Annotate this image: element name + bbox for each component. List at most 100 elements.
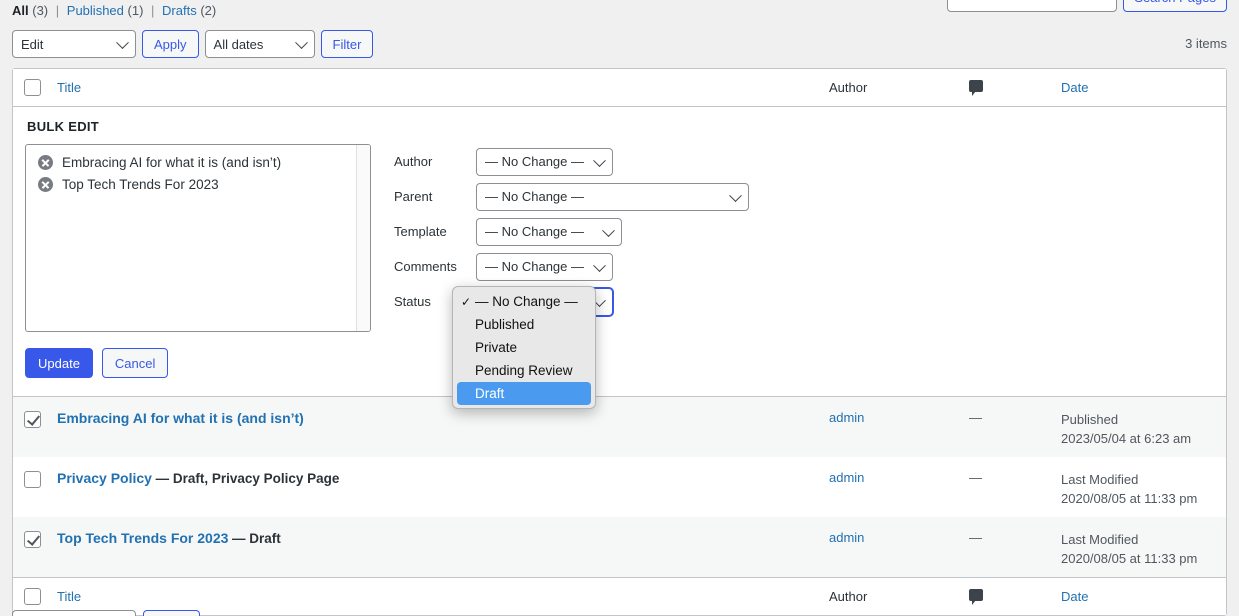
table-nav-top: Edit Apply All dates Filter [12, 30, 374, 58]
chevron-down-icon [116, 36, 129, 50]
view-count-all: (3) [32, 3, 49, 18]
status-option-pending-review[interactable]: Pending Review [457, 359, 591, 382]
label-comments: Comments [394, 259, 457, 274]
bulk-edit-left-column: Embracing AI for what it is (and isn’t) … [25, 144, 383, 378]
remove-x-icon[interactable] [38, 155, 53, 170]
apply-button[interactable]: Apply [142, 30, 199, 58]
select-all-cell-bottom [13, 588, 53, 606]
parent-select-value: — No Change — [485, 189, 584, 204]
search-area: Search Pages [947, 0, 1227, 12]
row-comments-count: — [969, 530, 982, 545]
row-title-link[interactable]: Top Tech Trends For 2023 [57, 530, 228, 546]
status-dropdown-menu[interactable]: ✓ — No Change — Published Private Pendin… [452, 286, 596, 409]
column-footer-author: Author [829, 589, 868, 604]
status-option-label: — No Change — [475, 294, 578, 309]
status-option-label: Private [475, 340, 518, 355]
row-date-label: Published [1061, 412, 1119, 427]
row-date-label: Last Modified [1061, 532, 1139, 547]
bulk-edit-panel: BULK EDIT Embracing AI for what it is (a… [13, 107, 1226, 397]
template-select[interactable]: — No Change — [476, 217, 622, 246]
apply-button-bottom[interactable]: Apply [143, 610, 200, 616]
pages-table: Title Author Date BULK EDIT Embracing AI… [12, 68, 1227, 616]
row-author-link[interactable]: admin [829, 470, 864, 485]
field-row-parent: Parent — No Change — [394, 179, 1214, 214]
status-option-label: Published [475, 317, 535, 332]
row-author-link[interactable]: admin [829, 530, 864, 545]
row-date-value: 2020/08/05 at 11:33 pm [1061, 551, 1198, 566]
field-row-comments: Comments — No Change — [394, 249, 1214, 284]
field-row-author: Author — No Change — [394, 144, 1214, 179]
row-title-link[interactable]: Privacy Policy [57, 470, 152, 486]
label-template: Template [394, 224, 447, 239]
bulk-action-select-bottom[interactable]: Edit [12, 610, 136, 616]
status-option-published[interactable]: Published [457, 313, 591, 336]
row-checkbox[interactable] [24, 531, 41, 549]
bulk-edit-heading: BULK EDIT [27, 119, 100, 134]
status-option-no-change[interactable]: ✓ — No Change — [457, 290, 591, 313]
column-footer-date[interactable]: Date [1061, 589, 1088, 604]
bulk-edit-titles-list: Embracing AI for what it is (and isn’t) … [25, 144, 371, 332]
comments-select[interactable]: — No Change — [476, 252, 613, 281]
filter-button[interactable]: Filter [320, 30, 374, 58]
status-option-draft[interactable]: Draft [457, 382, 591, 405]
author-select[interactable]: — No Change — [476, 147, 613, 176]
table-row[interactable]: Embracing AI for what it is (and isn’t) … [13, 397, 1226, 457]
row-state-label: — Draft [232, 531, 281, 546]
label-parent: Parent [394, 189, 433, 204]
column-header-title[interactable]: Title [57, 80, 81, 95]
comments-select-value: — No Change — [485, 259, 584, 274]
column-header-author: Author [829, 80, 868, 95]
row-author-link[interactable]: admin [829, 410, 864, 425]
chevron-down-icon [593, 258, 606, 272]
view-count-published: (1) [127, 3, 144, 18]
bulk-edit-actions: Update Cancel [25, 348, 383, 378]
view-separator-1: | [55, 3, 60, 18]
bulk-edit-title-chip: Embracing AI for what it is (and isn’t) [26, 153, 370, 175]
view-link-published[interactable]: Published [67, 3, 124, 18]
items-count: 3 items [1185, 36, 1227, 51]
select-all-checkbox-top[interactable] [24, 79, 41, 97]
titles-list-scrollbar[interactable] [356, 145, 370, 331]
field-row-template: Template — No Change — [394, 214, 1214, 249]
status-option-label: Draft [475, 386, 505, 401]
table-row[interactable]: Privacy Policy — Draft, Privacy Policy P… [13, 457, 1226, 517]
column-header-date[interactable]: Date [1061, 80, 1088, 95]
table-header-row: Title Author Date [13, 69, 1226, 107]
view-count-drafts: (2) [200, 3, 217, 18]
row-checkbox[interactable] [24, 411, 41, 429]
row-date-label: Last Modified [1061, 472, 1139, 487]
date-filter-select-value: All dates [213, 36, 264, 52]
column-footer-title[interactable]: Title [57, 589, 81, 604]
bulk-edit-title-chip: Top Tech Trends For 2023 [26, 175, 370, 197]
row-title-link[interactable]: Embracing AI for what it is (and isn’t) [57, 410, 304, 426]
row-date-value: 2023/05/04 at 6:23 am [1061, 431, 1192, 446]
table-row[interactable]: Top Tech Trends For 2023 — Draft admin —… [13, 517, 1226, 577]
row-date-value: 2020/08/05 at 11:33 pm [1061, 491, 1198, 506]
checkmark-icon: ✓ [461, 294, 472, 309]
author-select-value: — No Change — [485, 154, 584, 169]
select-all-checkbox-bottom[interactable] [24, 588, 41, 606]
row-state-label: — Draft, Privacy Policy Page [155, 471, 340, 486]
update-button[interactable]: Update [25, 348, 93, 378]
chevron-down-icon [593, 153, 606, 167]
bulk-edit-title-label: Embracing AI for what it is (and isn’t) [62, 155, 282, 170]
search-input[interactable] [947, 0, 1118, 12]
comment-bubble-icon [969, 80, 983, 96]
bulk-action-select[interactable]: Edit [12, 30, 136, 58]
date-filter-select[interactable]: All dates [204, 30, 315, 58]
chevron-down-icon [294, 36, 308, 50]
parent-select[interactable]: — No Change — [476, 182, 749, 211]
status-option-label: Pending Review [475, 363, 573, 378]
template-select-value: — No Change — [485, 224, 584, 239]
label-author: Author [394, 154, 433, 169]
view-link-all[interactable]: All [12, 3, 29, 18]
status-option-private[interactable]: Private [457, 336, 591, 359]
cancel-button[interactable]: Cancel [101, 348, 169, 378]
table-nav-bottom: Edit Apply [12, 610, 200, 616]
remove-x-icon[interactable] [38, 177, 53, 192]
view-separator-2: | [151, 3, 155, 18]
bulk-edit-title-label: Top Tech Trends For 2023 [62, 177, 219, 192]
view-link-drafts[interactable]: Drafts [162, 3, 197, 18]
search-pages-button[interactable]: Search Pages [1123, 0, 1227, 12]
row-checkbox[interactable] [24, 471, 41, 489]
